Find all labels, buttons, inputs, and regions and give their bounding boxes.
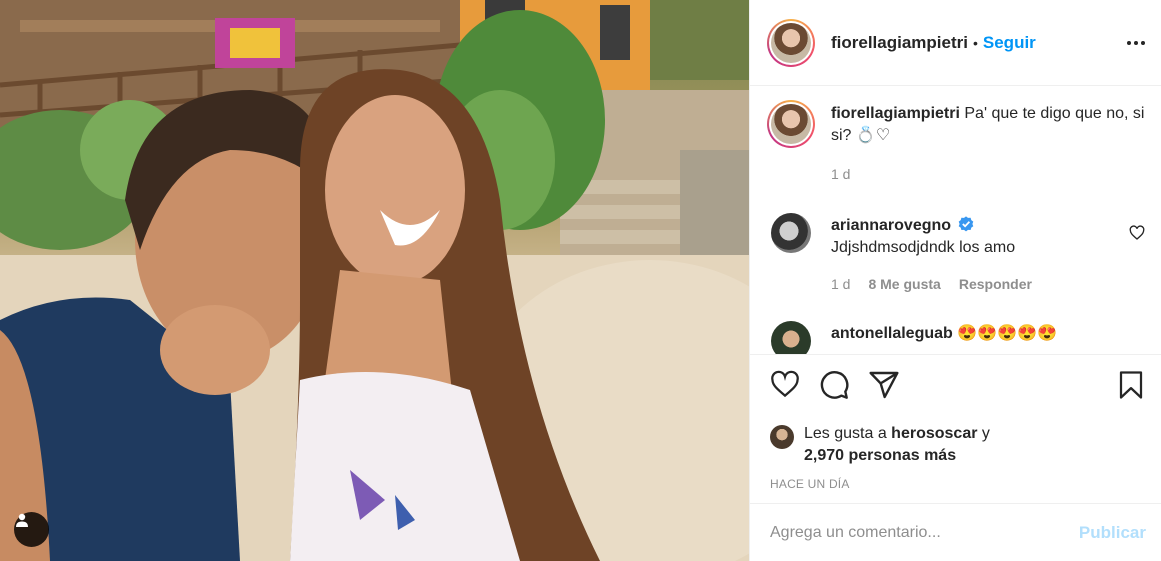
- comment-item: antonellaleguab 😍😍😍😍😍: [767, 321, 1145, 354]
- liker-avatar[interactable]: [770, 425, 794, 449]
- comment-composer: Publicar: [750, 503, 1161, 561]
- likes-summary: Les gusta a herososcar y 2,970 personas …: [770, 423, 1146, 467]
- caption-username[interactable]: fiorellagiampietri: [831, 105, 960, 122]
- comments-list[interactable]: fiorellagiampietri Pa' que te digo que n…: [750, 86, 1161, 354]
- more-options-icon[interactable]: [1127, 40, 1145, 45]
- commenter-avatar[interactable]: [771, 213, 811, 253]
- commenter-avatar[interactable]: [771, 321, 811, 354]
- likes-suffix: y: [977, 425, 990, 442]
- caption: fiorellagiampietri Pa' que te digo que n…: [767, 100, 1145, 185]
- photo-illustration: [0, 0, 749, 561]
- post-timestamp[interactable]: HACE UN DÍA: [770, 477, 1146, 491]
- comment-item: ariannarovegno Jdjshdmsodjdndk los amo 1…: [767, 213, 1145, 295]
- header-separator: •: [972, 34, 978, 51]
- user-tag-button[interactable]: [14, 512, 49, 547]
- verified-badge-icon: [959, 216, 974, 232]
- author-avatar[interactable]: [767, 18, 815, 67]
- comment-text: Jdjshdmsodjdndk los amo: [831, 239, 1016, 256]
- caption-avatar[interactable]: [767, 100, 815, 148]
- publish-button[interactable]: Publicar: [1079, 523, 1146, 543]
- comment-like-icon[interactable]: [1129, 225, 1145, 241]
- post-details-panel: fiorellagiampietri • Seguir fiorellagiam…: [749, 0, 1161, 561]
- comment-age[interactable]: 1 d: [831, 273, 850, 295]
- comment-text: 😍😍😍😍😍: [957, 325, 1057, 342]
- comment-icon[interactable]: [818, 369, 850, 401]
- bookmark-icon[interactable]: [1116, 369, 1146, 401]
- heart-icon[interactable]: [770, 370, 800, 400]
- user-tag-icon: [16, 513, 28, 527]
- likes-count[interactable]: 2,970 personas más: [804, 447, 956, 464]
- liker-username[interactable]: herososcar: [891, 425, 977, 442]
- likes-prefix: Les gusta a: [804, 425, 892, 442]
- comment-username[interactable]: antonellaleguab: [831, 325, 953, 342]
- caption-age[interactable]: 1 d: [831, 163, 850, 185]
- comment-input[interactable]: [770, 523, 1079, 542]
- post-actions: Les gusta a herososcar y 2,970 personas …: [750, 354, 1161, 491]
- post-header: fiorellagiampietri • Seguir: [750, 0, 1161, 86]
- share-icon[interactable]: [868, 369, 900, 401]
- comment-likes[interactable]: 8 Me gusta: [868, 273, 940, 295]
- reply-button[interactable]: Responder: [959, 273, 1032, 295]
- author-username[interactable]: fiorellagiampietri: [831, 33, 968, 53]
- post-photo[interactable]: [0, 0, 749, 561]
- comment-username[interactable]: ariannarovegno: [831, 217, 951, 234]
- follow-button[interactable]: Seguir: [983, 33, 1036, 53]
